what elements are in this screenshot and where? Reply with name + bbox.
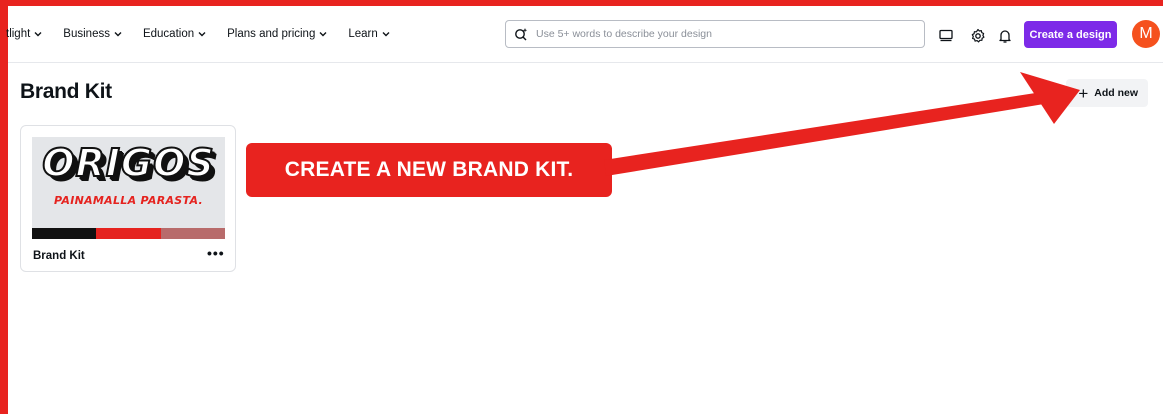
chevron-down-icon <box>33 29 43 39</box>
color-swatch <box>32 228 97 239</box>
nav-item-plans-and-pricing[interactable]: Plans and pricing <box>227 28 328 40</box>
add-new-label: Add new <box>1094 87 1138 99</box>
nav-item-education[interactable]: Education <box>143 28 207 40</box>
nav-item-label: Learn <box>348 28 378 40</box>
plus-icon: + <box>1078 83 1089 103</box>
monitor-icon[interactable] <box>938 28 954 44</box>
chevron-down-icon <box>381 29 391 39</box>
color-swatches <box>32 228 225 239</box>
top-navigation-bar: tlight Business Education Plans and pric… <box>6 6 1163 63</box>
search-bar[interactable] <box>505 20 925 48</box>
nav-item-spotlight[interactable]: tlight <box>6 28 43 40</box>
annotation-frame-left <box>0 0 8 414</box>
more-options-icon[interactable]: ••• <box>207 245 225 261</box>
chevron-down-icon <box>113 29 123 39</box>
brand-kit-card[interactable]: ORIGOS PAINAMALLA PARASTA. Brand Kit ••• <box>20 125 236 272</box>
page-title: Brand Kit <box>20 80 112 103</box>
nav-item-label: Plans and pricing <box>227 28 316 40</box>
create-a-design-button[interactable]: Create a design <box>1024 21 1117 48</box>
avatar[interactable]: M <box>1132 20 1160 48</box>
nav-item-business[interactable]: Business <box>63 28 123 40</box>
chevron-down-icon <box>197 29 207 39</box>
brand-tagline: PAINAMALLA PARASTA. <box>54 194 203 207</box>
annotation-callout: CREATE A NEW BRAND KIT. <box>246 143 612 197</box>
nav-item-label: tlight <box>6 28 31 40</box>
brand-kit-thumbnail[interactable]: ORIGOS PAINAMALLA PARASTA. <box>32 137 225 239</box>
annotation-arrow-shaft <box>604 92 1044 176</box>
bell-icon[interactable] <box>997 28 1013 44</box>
gear-icon[interactable] <box>970 28 986 44</box>
brand-kit-name: Brand Kit <box>33 250 85 262</box>
nav-item-learn[interactable]: Learn <box>348 28 390 40</box>
main-nav: tlight Business Education Plans and pric… <box>6 6 411 62</box>
color-swatch <box>96 228 161 239</box>
color-swatch <box>160 228 225 239</box>
add-new-button[interactable]: + Add new <box>1066 79 1148 107</box>
chevron-down-icon <box>318 29 328 39</box>
magic-search-icon <box>514 27 528 41</box>
nav-item-label: Education <box>142 28 195 40</box>
nav-item-label: Business <box>63 28 110 40</box>
search-input[interactable] <box>536 28 916 40</box>
brand-logo: ORIGOS <box>41 140 215 186</box>
